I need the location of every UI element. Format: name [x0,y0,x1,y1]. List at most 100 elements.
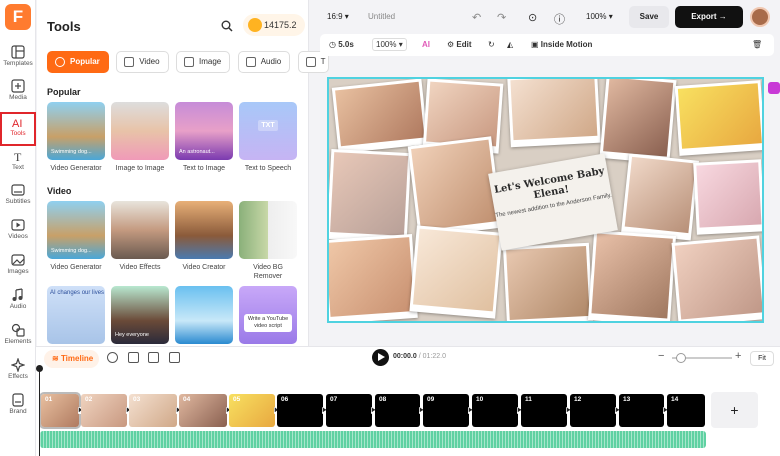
side-assistant-icon[interactable] [768,82,780,94]
fit-button[interactable]: Fit [750,351,774,366]
tab-video[interactable]: Video [116,51,169,73]
clip-number: 09 [427,396,435,403]
timeline-clip[interactable]: 09 [423,394,469,427]
rail-item-templates[interactable]: Templates [0,42,36,76]
split-icon[interactable] [128,352,139,363]
delete-icon[interactable]: 🗑 [752,40,762,49]
audio-track[interactable] [40,431,706,448]
timeline-clip[interactable]: 10 [472,394,518,427]
zoom-slider-handle[interactable] [676,353,686,363]
timeline-clip[interactable]: 02 [81,394,127,427]
rail-item-brand[interactable]: Brand [0,390,36,424]
collage-photo [329,148,412,244]
playhead[interactable] [36,365,43,456]
inside-motion-button[interactable]: ▣ Inside Motion [531,40,592,49]
tool-card-text-to-image[interactable]: An astronaut... Text to Image [175,102,233,173]
zoom-out-icon[interactable]: − [658,350,664,362]
image-icon [184,57,195,67]
timeline-clip[interactable]: 14 [667,394,705,427]
timeline-clip[interactable]: 03 [129,394,177,427]
edit-button[interactable]: ⚙ Edit [447,40,472,49]
tool-card-video-creator[interactable]: Video Creator [175,201,233,272]
scale-select[interactable]: 100% ▾ [372,38,407,51]
timeline-clip[interactable]: 04 [179,394,227,427]
clip-number: 03 [133,396,141,403]
save-button[interactable]: Save [629,6,669,28]
rail-item-subtitles[interactable]: Subtitles [0,180,36,214]
tool-card-sports-video[interactable] [175,286,233,344]
rail-item-text[interactable]: T Text [0,146,36,180]
rail-item-tools[interactable]: AI Tools [0,112,36,146]
tool-card-video-generator-2[interactable]: Swimming dog... Video Generator [47,201,105,272]
timeline-clip[interactable]: 01 [39,392,81,429]
tab-label: Image [199,57,222,66]
tab-audio[interactable]: Audio [237,51,291,73]
tools-panel: Tools 14175.2 Popular Video Image Audio … [37,0,329,346]
flip-icon[interactable]: ◭ [507,40,513,49]
timeline-clip[interactable]: 05 [229,394,275,427]
duration-control[interactable]: ◷ 5.0s [329,40,354,49]
export-button[interactable]: Export → [675,6,743,28]
redo-icon[interactable]: ↷ [497,11,506,24]
avatar[interactable] [750,7,770,27]
rail-item-effects[interactable]: Effects [0,355,36,389]
tab-popular[interactable]: Popular [47,51,109,73]
tool-card-video-generator[interactable]: Swimming dog... Video Generator [47,102,105,173]
svg-text:AI: AI [12,118,22,129]
rail-item-audio[interactable]: Audio [0,285,36,319]
undo-icon[interactable]: ↶ [472,11,481,24]
aspect-ratio-select[interactable]: 16:9 ▾ [327,12,349,21]
help-icon[interactable]: ⓘ [554,11,565,27]
duration-value: 5.0s [338,40,354,49]
tab-image[interactable]: Image [176,51,231,73]
tool-card-avatar-video[interactable]: Hey everyone [111,286,169,344]
clip-number: 04 [183,396,191,403]
rail-label: Audio [9,303,27,310]
rail-item-elements[interactable]: Elements [0,320,36,354]
tool-thumbnail: Swimming dog... [47,102,105,160]
timeline-clip[interactable]: 06 [277,394,323,427]
time-readout: 00:00.0 / 01:22.0 [393,353,446,360]
timeline-toggle[interactable]: ≋ Timeline [44,350,100,368]
ai-magic-icon[interactable]: AI [422,40,430,49]
timeline-clip[interactable]: 12 [570,394,616,427]
add-icon[interactable] [107,352,118,363]
rotate-icon[interactable]: ↻ [488,40,495,49]
add-clip-button[interactable]: + [711,392,758,428]
tool-card-text-to-speech[interactable]: TXT Text to Speech [239,102,297,173]
clip-number: 02 [85,396,93,403]
timeline-clip[interactable]: 11 [521,394,567,427]
tool-card-video-bg-remover[interactable]: Video BG Remover [239,201,297,281]
brand-icon [12,393,24,407]
timeline-clip[interactable]: 07 [326,394,372,427]
tool-card-video-effects[interactable]: Video Effects [111,201,169,272]
collage-photo [693,159,762,235]
tool-card-image-to-image[interactable]: Image to Image [111,102,169,173]
rail-label: Media [9,94,27,101]
rail-label: Elements [4,338,32,345]
preview-canvas[interactable]: Let's Welcome Baby Elena! The newest add… [327,77,764,323]
zoom-in-icon[interactable]: + [735,350,741,362]
text-icon: T [14,150,22,163]
clip-number: 06 [281,396,289,403]
timeline-clip[interactable]: 13 [619,394,664,427]
app-logo[interactable]: F [5,4,31,30]
tool-card-youtube-script[interactable]: Write a YouTube video script [239,286,297,344]
rail-item-images[interactable]: Images [0,250,36,284]
rail-item-videos[interactable]: Videos [0,215,36,249]
search-icon[interactable] [221,20,233,32]
zoom-select[interactable]: 100% ▾ [586,12,613,21]
tab-label: Audio [260,57,282,66]
document-title[interactable]: Untitled [368,12,395,21]
rail-item-media[interactable]: Media [0,76,36,110]
play-button[interactable] [372,349,389,366]
trash-icon[interactable] [169,352,180,363]
templates-icon [11,45,25,59]
duplicate-icon[interactable] [148,352,159,363]
tool-card-ai-script[interactable]: AI changes our lives [47,286,105,344]
preview-icon[interactable]: ⊙ [528,11,537,24]
credits-badge[interactable]: 14175.2 [243,14,305,36]
ai-tools-icon: AI [12,118,22,129]
panel-title: Tools [47,19,81,34]
timeline-clip[interactable]: 08 [375,394,420,427]
